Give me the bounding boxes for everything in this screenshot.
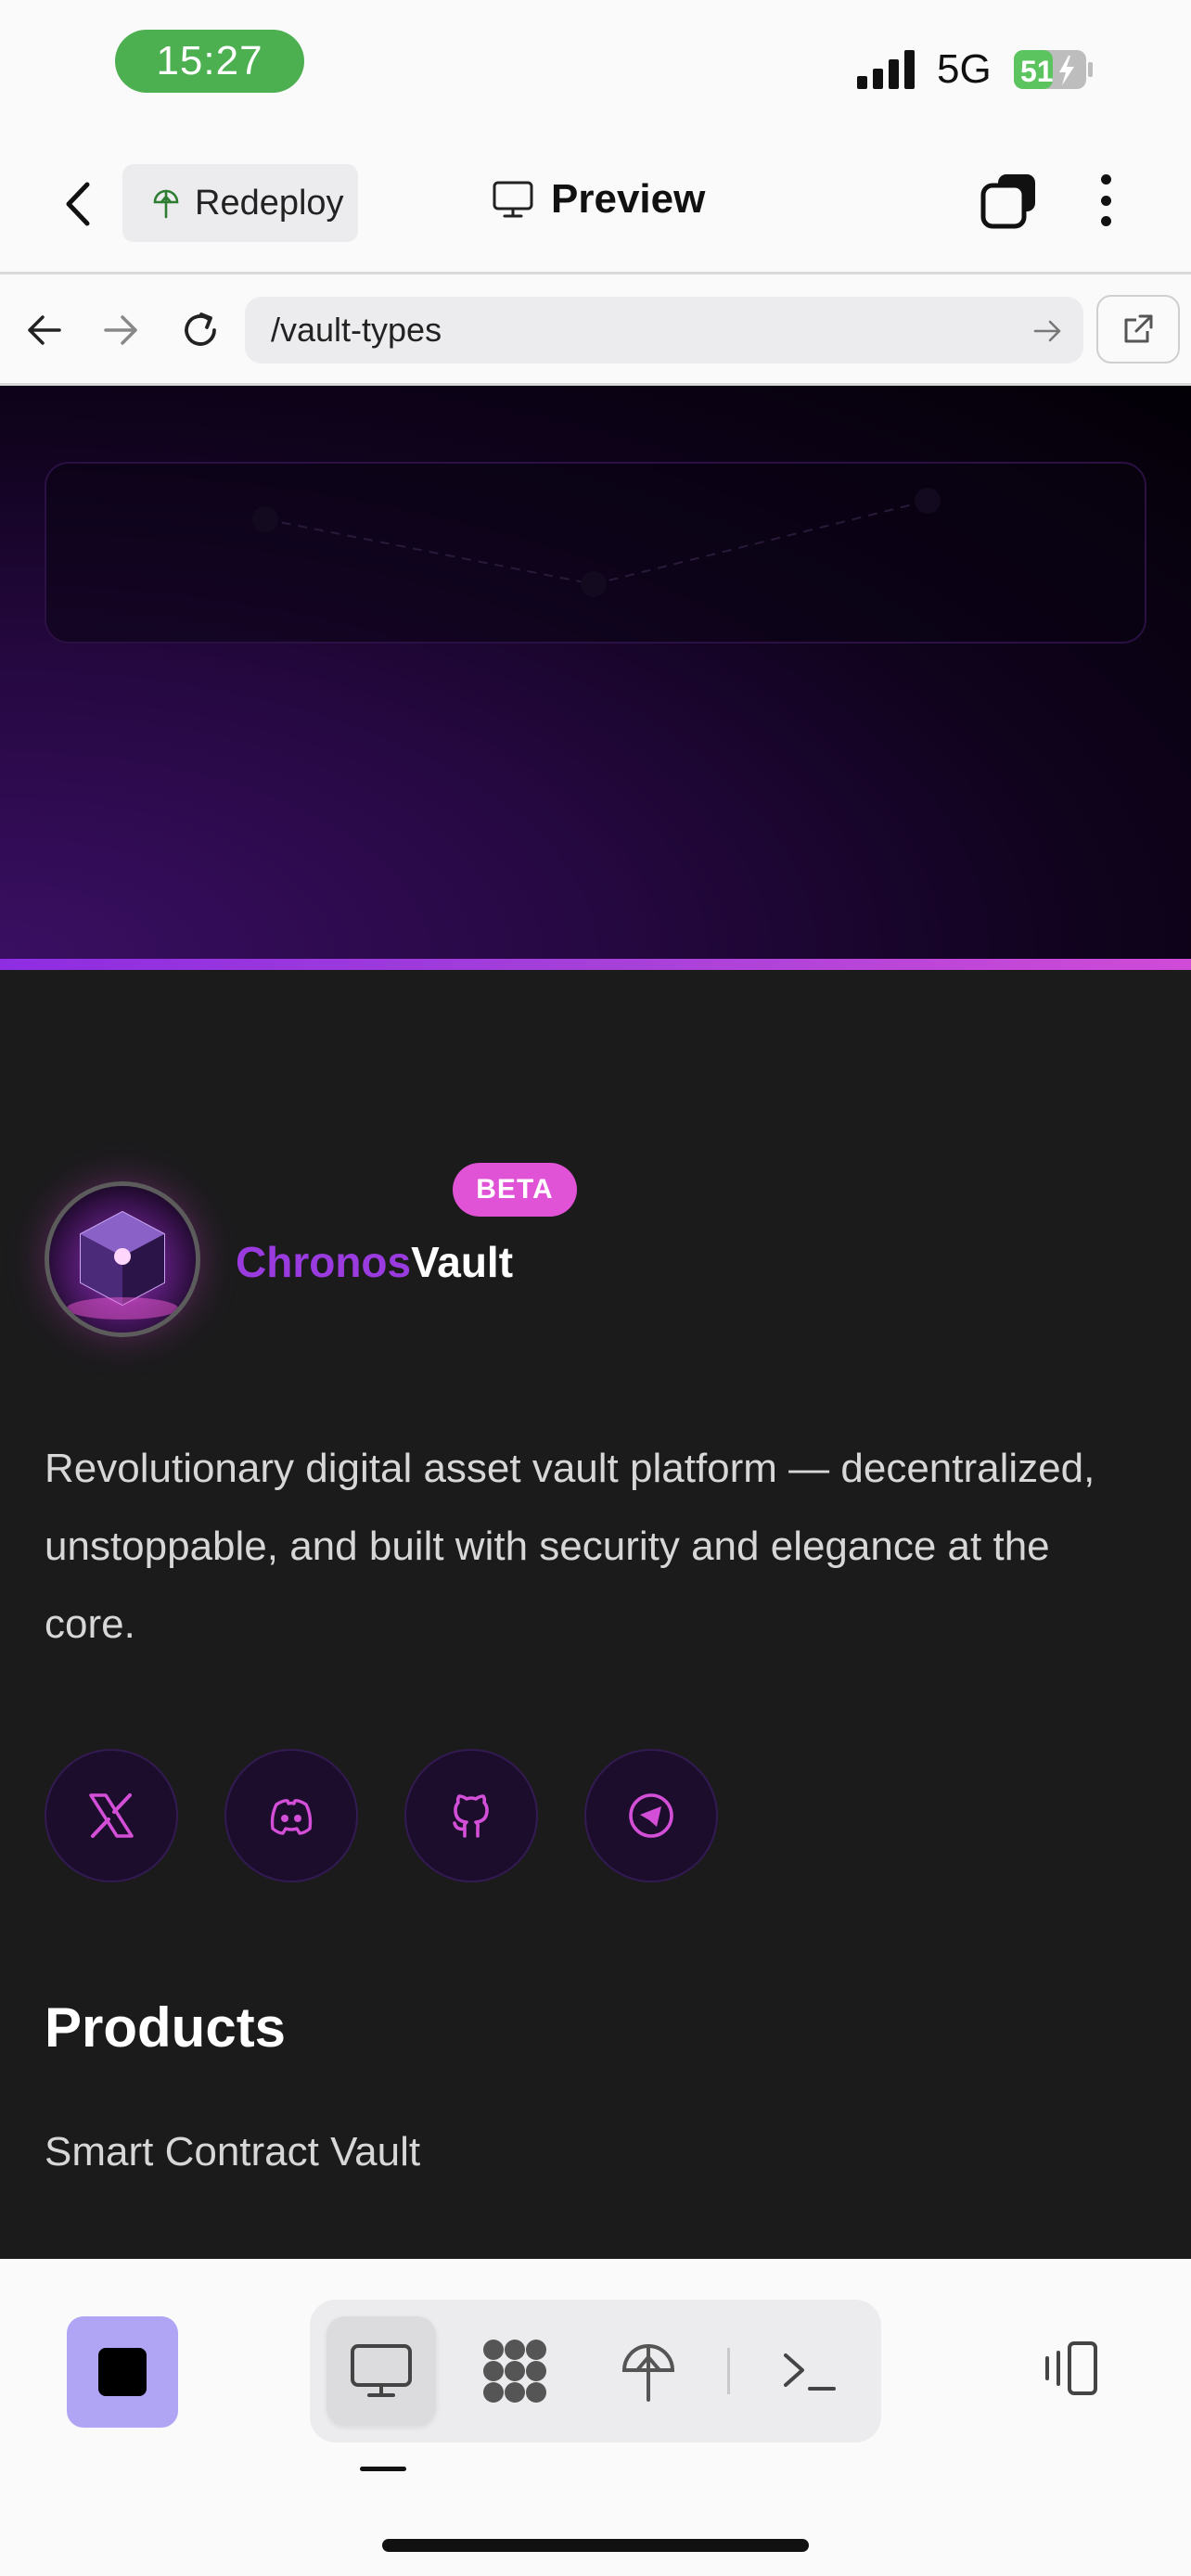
vault-logo xyxy=(45,1181,200,1337)
open-external-button[interactable] xyxy=(1096,295,1180,363)
discord-social-link[interactable] xyxy=(224,1749,358,1882)
grid-blobs-icon xyxy=(483,2340,546,2403)
beta-badge: BETA xyxy=(453,1163,577,1217)
home-indicator xyxy=(382,2539,809,2552)
switcher-divider xyxy=(727,2348,730,2394)
x-social-link[interactable] xyxy=(45,1749,178,1882)
active-tab-indicator xyxy=(360,2467,406,2471)
vault-cube-logo-icon xyxy=(49,1186,196,1333)
screen: 15:27 5G 51 Redeploy Preview /vault-type… xyxy=(0,0,1191,2576)
tab-deploy[interactable] xyxy=(594,2316,703,2426)
deploy-icon xyxy=(153,189,179,219)
redeploy-label: Redeploy xyxy=(195,183,344,223)
chevron-left-icon xyxy=(66,182,90,226)
browser-forward-button[interactable] xyxy=(96,306,145,354)
preview-title-text: Preview xyxy=(551,176,706,222)
monitor-icon xyxy=(493,181,533,218)
status-bar: 15:27 5G 51 xyxy=(0,0,1191,130)
status-time: 15:27 xyxy=(115,30,304,93)
cellular-signal-icon xyxy=(857,50,915,89)
tab-components[interactable] xyxy=(460,2316,570,2426)
telegram-icon xyxy=(629,1793,673,1838)
brand-name: ChronosVault xyxy=(236,1237,513,1287)
view-switcher xyxy=(310,2300,881,2442)
network-graph-decoration xyxy=(252,488,941,597)
redeploy-button[interactable]: Redeploy xyxy=(122,164,358,242)
go-arrow-icon[interactable] xyxy=(1031,315,1063,347)
url-text: /vault-types xyxy=(271,311,442,349)
tab-preview[interactable] xyxy=(327,2316,436,2426)
tabs-icon xyxy=(980,174,1035,229)
brand[interactable]: BETA ChronosVault xyxy=(45,1163,694,1348)
brand-name-part1: Chronos xyxy=(236,1238,412,1286)
network-type: 5G xyxy=(937,46,992,92)
products-heading: Products xyxy=(45,1996,287,2059)
tabs-button[interactable] xyxy=(980,171,1039,230)
social-links xyxy=(45,1749,718,1882)
more-options-button[interactable] xyxy=(1095,171,1117,230)
brand-name-part2: Vault xyxy=(411,1238,514,1286)
stop-icon xyxy=(98,2348,147,2396)
hero-section xyxy=(0,386,1191,959)
bottom-toolbar xyxy=(0,2259,1191,2576)
browser-back-button[interactable] xyxy=(20,306,69,354)
reload-icon xyxy=(185,312,216,346)
arrow-left-icon xyxy=(28,315,61,345)
device-toggle-button[interactable] xyxy=(1033,2333,1104,2404)
github-icon xyxy=(453,1794,489,1838)
discord-icon xyxy=(270,1799,313,1835)
arrow-right-icon xyxy=(104,315,137,345)
tagline: Revolutionary digital asset vault platfo… xyxy=(45,1446,1095,1647)
monitor-icon xyxy=(351,2344,412,2397)
device-frame-icon xyxy=(1045,2341,1097,2395)
external-link-icon xyxy=(1124,314,1153,343)
app-header: Redeploy Preview xyxy=(0,130,1191,274)
web-preview[interactable]: BETA ChronosVault Revolutionary digital … xyxy=(0,386,1191,2259)
tab-console[interactable] xyxy=(755,2316,864,2426)
preview-title: Preview xyxy=(492,176,705,223)
battery-level: 51 xyxy=(1020,55,1054,88)
stop-button[interactable] xyxy=(67,2316,178,2428)
battery-icon: 51 xyxy=(1014,50,1093,89)
reload-button[interactable] xyxy=(176,306,224,354)
product-link-smart-contract-vault[interactable]: Smart Contract Vault xyxy=(45,2129,420,2175)
x-icon xyxy=(89,1793,134,1838)
url-input[interactable]: /vault-types xyxy=(245,297,1083,363)
back-button[interactable] xyxy=(48,174,108,234)
hero-card xyxy=(45,462,1146,644)
terminal-icon xyxy=(784,2353,836,2391)
deploy-icon xyxy=(621,2344,675,2402)
browser-bar: /vault-types xyxy=(0,274,1191,386)
telegram-social-link[interactable] xyxy=(584,1749,718,1882)
hero-divider xyxy=(0,959,1191,970)
github-social-link[interactable] xyxy=(404,1749,538,1882)
